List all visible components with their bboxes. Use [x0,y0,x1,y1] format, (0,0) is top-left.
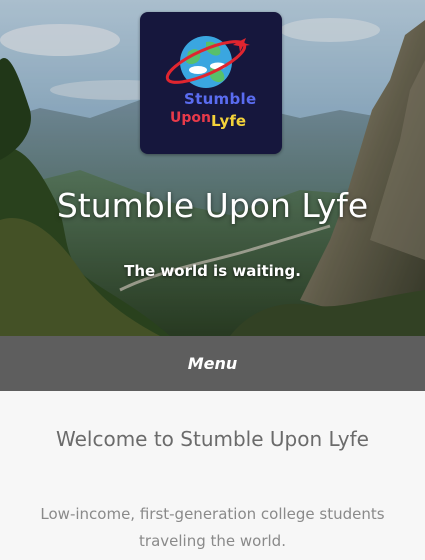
navigation-bar: Menu [0,336,425,391]
site-tagline: The world is waiting. [124,262,301,280]
page: Stumble Upon Lyfe Stumble Upon Lyfe The … [0,0,425,560]
logo-text-lyfe: Lyfe [211,112,247,130]
site-title[interactable]: Stumble Upon Lyfe [0,186,425,225]
page-title: Welcome to Stumble Upon Lyfe [56,427,369,451]
main-content: Welcome to Stumble Upon Lyfe Low-income,… [0,391,425,560]
site-header-hero: Stumble Upon Lyfe Stumble Upon Lyfe The … [0,0,425,336]
site-logo[interactable]: Stumble Upon Lyfe [140,12,282,154]
logo-text-stumble: Stumble [184,90,257,108]
logo-text-upon: Upon [170,110,211,126]
intro-paragraph: Low-income, first-generation college stu… [40,505,385,550]
menu-toggle-button[interactable]: Menu [188,354,238,373]
globe-with-airplane-icon [165,36,250,88]
